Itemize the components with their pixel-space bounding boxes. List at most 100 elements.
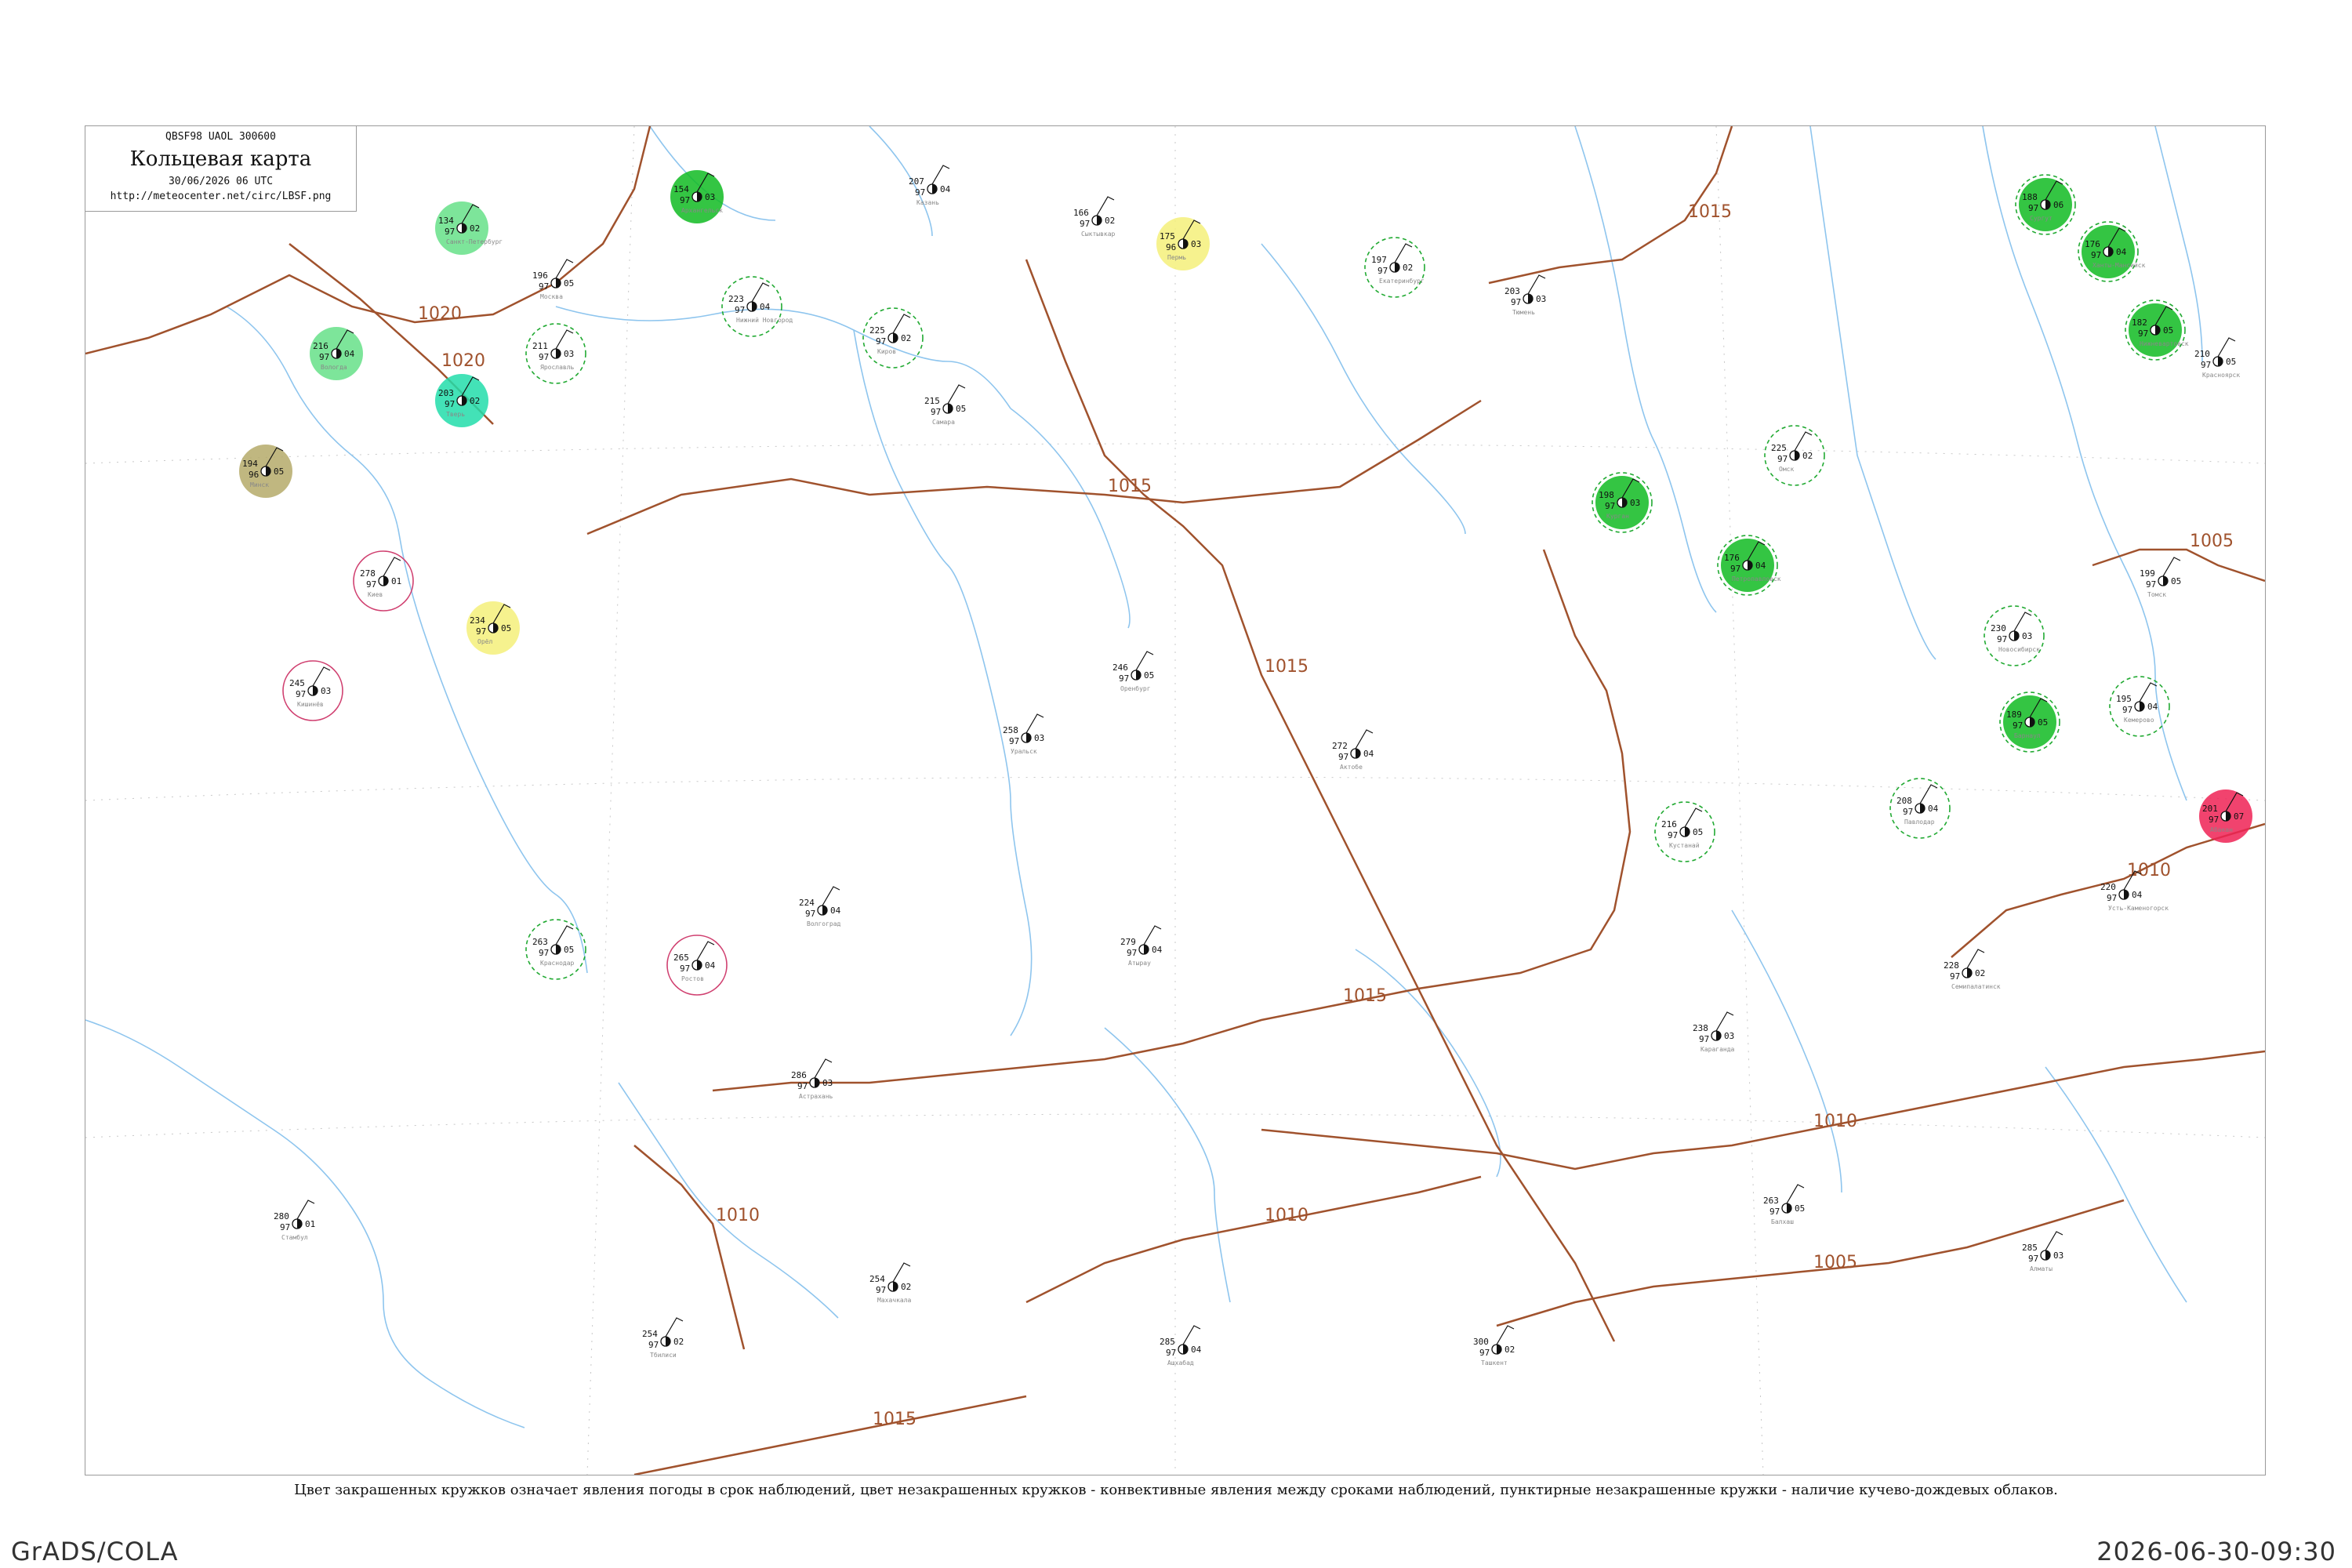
station-temperature: 272 <box>1332 741 1348 751</box>
station-marker[interactable]: 18297 05 Нижневартовск <box>2125 299 2189 361</box>
station-temperature: 224 <box>799 898 815 908</box>
station-name: Вологда <box>321 364 347 371</box>
station-marker[interactable]: 21597 05Самара <box>924 384 966 426</box>
station-dewpoint: 05 <box>2163 325 2173 336</box>
station-marker[interactable]: 22597 02 Киров <box>862 307 924 368</box>
station-dewpoint: 07 <box>2234 811 2244 822</box>
station-marker[interactable]: 20897 04 Павлодар <box>1889 778 1951 839</box>
station-marker[interactable]: 28097 01 Стамбул <box>274 1200 315 1241</box>
station-marker[interactable]: 24597 03 Кишинёв <box>282 660 343 721</box>
wind-barb-icon <box>1794 431 1813 452</box>
station-marker[interactable]: 19697 05Москва <box>532 259 574 300</box>
map-frame: 1020 1020 1015 1015 1015 1015 1010 1010 1005 1005… <box>85 125 2266 1475</box>
station-marker[interactable]: 28597 03Алматы <box>2022 1231 2063 1272</box>
station-name: Кишинёв <box>297 701 324 708</box>
station-marker[interactable]: 18997 05 Барнаул <box>1999 691 2060 753</box>
station-dewpoint: 02 <box>1802 451 1813 461</box>
station-temperature: 246 <box>1112 662 1128 673</box>
station-pressure-tendency: 97 <box>1997 634 2007 644</box>
station-marker[interactable]: 20397 03Тюмень <box>1504 274 1546 316</box>
station-marker[interactable]: 23097 03 Новосибирск <box>1984 605 2045 666</box>
station-pressure-tendency: 97 <box>805 909 815 919</box>
observation-time: 30/06/2026 06 UTC <box>168 176 274 187</box>
station-dewpoint: 05 <box>1144 670 1154 681</box>
station-marker[interactable]: 24697 05 Оренбург <box>1112 651 1154 692</box>
station-marker[interactable]: 27297 04Актобе <box>1332 729 1374 771</box>
station-marker[interactable]: 28697 03 Астрахань <box>791 1058 833 1100</box>
station-marker[interactable]: 19997 05 Томск <box>2140 557 2181 598</box>
station-dewpoint: 03 <box>1034 733 1044 743</box>
station-marker[interactable]: 20797 04Казань <box>909 165 951 206</box>
station-marker[interactable]: 27897 01 Киев <box>353 550 414 612</box>
station-marker[interactable]: 30097 02 Ташкент <box>1473 1325 1515 1367</box>
station-name: Атырау <box>1128 960 1151 967</box>
station-marker[interactable]: 28597 04 Ашхабад <box>1160 1325 1202 1367</box>
station-marker[interactable]: 21697 04 Вологда <box>310 327 363 380</box>
station-name: Москва <box>540 293 563 300</box>
station-temperature: 166 <box>1073 208 1089 218</box>
isobar-label: 1015 <box>1343 986 1387 1006</box>
station-marker[interactable]: 19797 02 Екатеринбург <box>1364 237 1425 298</box>
isobar-line <box>633 1145 746 1350</box>
station-name: Киров <box>877 348 896 355</box>
station-marker[interactable]: 22497 04 Волгоград <box>799 886 841 927</box>
station-dewpoint: 02 <box>673 1337 684 1347</box>
station-pressure-tendency: 97 <box>735 305 745 315</box>
station-marker[interactable]: 21197 03 Ярославль <box>525 323 586 384</box>
station-name: Орёл <box>477 638 492 645</box>
station-dewpoint: 04 <box>1928 804 1939 814</box>
station-marker[interactable]: 25497 02 Тбилиси <box>642 1317 684 1359</box>
wind-barb-icon <box>751 282 770 303</box>
station-temperature: 220 <box>2100 882 2116 892</box>
station-marker[interactable]: 17697 04 Ханты-Мансийск <box>2078 221 2146 282</box>
wind-barb-icon <box>822 886 840 906</box>
station-pressure-tendency: 97 <box>1119 673 1129 684</box>
station-marker[interactable]: 21697 05 Кустанай <box>1654 801 1715 862</box>
station-name: Санкт-Петербург <box>446 238 503 245</box>
station-marker[interactable]: 16697 02 Сыктывкар <box>1073 196 1116 238</box>
station-pressure-tendency: 97 <box>1009 736 1019 746</box>
station-marker[interactable]: 20197 07Абакан <box>2199 789 2252 843</box>
station-temperature: 201 <box>2202 804 2218 814</box>
source-url[interactable]: http://meteocenter.net/circ/LBSF.png <box>85 191 356 202</box>
station-marker[interactable]: 26397 05 Краснодар <box>525 919 586 980</box>
station-marker[interactable]: 19897 03Курган <box>1592 472 1653 533</box>
station-pressure-tendency: 97 <box>1511 297 1521 307</box>
station-marker[interactable]: 17596 03 Пермь <box>1156 217 1210 270</box>
station-marker[interactable]: 25497 02 Махачкала <box>869 1262 912 1304</box>
station-dewpoint: 05 <box>564 945 574 955</box>
station-pressure-tendency: 97 <box>931 407 941 417</box>
station-marker[interactable]: 26597 04Ростов <box>666 935 728 996</box>
station-marker[interactable]: 27997 04Атырау <box>1120 925 1163 967</box>
station-marker[interactable]: 17697 04 Петропавловск <box>1717 535 1781 596</box>
station-pressure-tendency: 97 <box>680 964 690 974</box>
station-marker[interactable]: 26397 05Балхаш <box>1763 1184 1805 1225</box>
station-marker[interactable]: 18897 06Сургут <box>2015 174 2076 235</box>
station-marker[interactable]: 23897 03 Караганда <box>1693 1011 1735 1053</box>
station-marker[interactable]: 20397 02 Тверь <box>435 374 488 427</box>
station-dewpoint: 03 <box>2022 631 2032 641</box>
station-name: Киев <box>368 591 383 598</box>
station-name: Уральск <box>1011 748 1037 755</box>
station-marker[interactable]: 22597 02 Омск <box>1764 425 1825 486</box>
station-dewpoint: 03 <box>1630 498 1640 508</box>
station-marker[interactable]: 22397 04 Нижний Новгород <box>721 276 793 337</box>
station-marker[interactable]: 23497 05 Орёл <box>466 601 520 655</box>
station-pressure-tendency: 97 <box>1668 830 1678 840</box>
station-dewpoint: 04 <box>2147 702 2158 712</box>
station-marker[interactable]: 25897 03 Уральск <box>1003 713 1044 755</box>
station-pressure-tendency: 97 <box>445 399 455 409</box>
wind-barb-icon <box>1684 808 1703 828</box>
station-marker[interactable]: 13497 02 Санкт-Петербург <box>435 201 503 255</box>
station-marker[interactable]: 19496 05 Минск <box>239 445 292 498</box>
station-temperature: 245 <box>289 678 305 688</box>
isobar-label: 1020 <box>418 304 462 324</box>
wind-barb-icon <box>1966 949 1985 969</box>
station-name: Барнаул <box>2014 732 2041 739</box>
station-marker[interactable]: 15497 03 Архангельск <box>670 170 724 223</box>
wind-barb-icon <box>696 941 715 961</box>
station-name: Караганда <box>1700 1046 1735 1053</box>
station-temperature: 197 <box>1371 255 1387 265</box>
station-marker[interactable]: 19597 04 Кемерово <box>2109 676 2170 737</box>
wind-barb-icon <box>1394 243 1413 263</box>
